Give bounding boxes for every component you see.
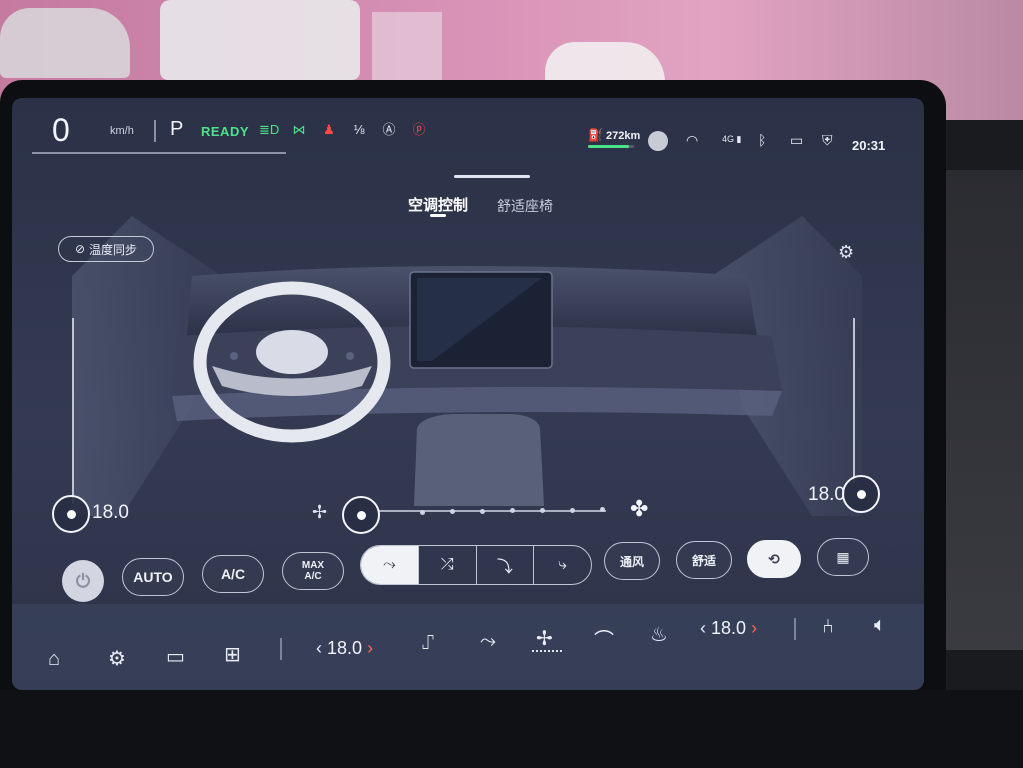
settings-gear-icon[interactable]: ⚙ bbox=[838, 242, 854, 263]
fan-icon[interactable]: ✢ bbox=[536, 626, 553, 651]
airflow-icon[interactable]: ⤳ bbox=[480, 630, 496, 653]
airflow-feet-defrost-button[interactable]: ⤷ bbox=[533, 546, 591, 584]
dashcam-icon[interactable]: ▭ bbox=[790, 132, 803, 149]
bluetooth-icon[interactable]: ᛒ bbox=[758, 132, 766, 148]
fan-low-icon: ✢ bbox=[312, 502, 328, 522]
dock-left-temp: ‹ 18.0 › bbox=[316, 638, 373, 659]
left-temp-slider-track[interactable] bbox=[72, 318, 74, 503]
dock-left-temp-value: 18.0 bbox=[327, 638, 363, 658]
left-temp-slider-knob[interactable] bbox=[52, 495, 90, 533]
position-light-icon: ⋈ bbox=[292, 122, 306, 137]
airflow-face-icon: ⤳ bbox=[382, 556, 396, 573]
temp-sync-label: 温度同步 bbox=[89, 242, 138, 257]
bottom-dock bbox=[12, 604, 924, 690]
recirculation-icon: ⟲ bbox=[768, 550, 780, 567]
airbag-icon: ⅛ bbox=[353, 122, 365, 137]
background-car bbox=[160, 0, 360, 80]
dock-right-temp-value: 18.0 bbox=[711, 618, 747, 638]
low-beam-icon: ≣D bbox=[259, 122, 280, 137]
airflow-feet-defrost-icon: ⤷ bbox=[558, 556, 568, 573]
status-divider bbox=[154, 120, 156, 142]
sync-icon: ⊘ bbox=[74, 242, 86, 256]
right-temp-decrease-icon[interactable]: ‹ bbox=[700, 618, 706, 638]
speed-unit: km/h bbox=[110, 125, 134, 137]
airflow-face-feet-icon: ⤮ bbox=[440, 556, 454, 573]
left-temp-increase-icon[interactable]: › bbox=[367, 638, 373, 658]
max-ac-label-top: MAX bbox=[301, 560, 325, 571]
speed-readout: 0 bbox=[52, 112, 70, 148]
gear-indicator: P bbox=[170, 118, 184, 140]
status-bar: 0 km/h P READY ≣D ⋈ ♟ ⅛ Ⓐ ⓟ ⛽ 272km ◠ 4G… bbox=[12, 98, 924, 158]
right-temp-slider-knob[interactable] bbox=[842, 475, 880, 513]
fan-step-dot[interactable] bbox=[480, 508, 485, 514]
dock-divider bbox=[280, 638, 282, 660]
cabin-illustration bbox=[72, 216, 862, 516]
airflow-feet-button[interactable]: ⤵ bbox=[475, 546, 534, 584]
dashboard-bottom bbox=[0, 690, 1023, 768]
drag-handle[interactable] bbox=[454, 175, 530, 178]
tab-comfort-seat[interactable]: 舒适座椅 bbox=[497, 196, 553, 216]
seat-icon[interactable]: ⑃ bbox=[822, 616, 834, 639]
max-ac-button[interactable]: MAX A/C bbox=[282, 552, 344, 590]
temp-sync-button[interactable]: ⊘ 温度同步 bbox=[58, 236, 154, 262]
right-temp-increase-icon[interactable]: › bbox=[751, 618, 757, 638]
fan-speed-knob[interactable] bbox=[342, 496, 380, 534]
auto-hold-icon: Ⓐ bbox=[382, 122, 396, 137]
left-temp-value: 18.0 bbox=[92, 502, 129, 523]
ventilate-button[interactable]: 通风 bbox=[604, 542, 660, 580]
settings-icon[interactable]: ⚙ bbox=[108, 646, 126, 671]
left-temp-decrease-icon[interactable]: ‹ bbox=[316, 638, 322, 658]
apps-grid-icon[interactable]: ⊞ bbox=[224, 642, 241, 667]
user-avatar-icon[interactable] bbox=[648, 131, 668, 151]
parking-brake-icon: ⓟ bbox=[412, 122, 426, 137]
right-temp-value: 18.0 bbox=[808, 484, 845, 505]
tab-ac-control[interactable]: 空调控制 bbox=[408, 194, 468, 215]
ac-button[interactable]: A/C bbox=[202, 555, 264, 593]
dock-divider bbox=[794, 618, 796, 640]
fan-step-dot[interactable] bbox=[570, 507, 575, 513]
front-defrost-icon[interactable]: ⌒ bbox=[594, 624, 614, 653]
airflow-feet-icon: ⤵ bbox=[496, 559, 513, 576]
recirculation-button[interactable]: ⟲ bbox=[747, 540, 801, 578]
battery-icon: ⛽ bbox=[588, 128, 603, 142]
fan-step-dot[interactable] bbox=[540, 508, 545, 513]
fan-step-dot[interactable] bbox=[420, 509, 425, 515]
clock: 20:31 bbox=[852, 138, 886, 153]
dock-right-temp: ‹ 18.0 › bbox=[700, 618, 757, 639]
range-readout: 272km bbox=[606, 130, 641, 142]
background-car bbox=[0, 8, 130, 78]
shield-icon[interactable]: ⛨ bbox=[822, 132, 833, 149]
seatbelt-warning-icon: ♟ bbox=[323, 122, 335, 137]
auto-button[interactable]: AUTO bbox=[122, 558, 184, 596]
car-icon[interactable]: ▭ bbox=[166, 644, 185, 669]
power-icon: ⏻ bbox=[75, 570, 91, 591]
power-button[interactable]: ⏻ bbox=[62, 560, 104, 602]
fan-high-icon: ✤ bbox=[630, 496, 649, 521]
comfort-button[interactable]: 舒适 bbox=[676, 541, 732, 579]
range-bar-fill bbox=[588, 145, 630, 148]
volume-icon[interactable]: 🔈︎ bbox=[874, 614, 886, 637]
airflow-mode-group: ⤳ ⤮ ⤵ ⤷ bbox=[360, 545, 592, 585]
network-signal-icon: 4G ▮ bbox=[722, 134, 742, 144]
rear-defrost-icon: ▦ bbox=[836, 548, 850, 565]
wifi-icon[interactable]: ◠ bbox=[686, 132, 698, 149]
home-icon[interactable]: ⌂ bbox=[48, 648, 60, 671]
seat-ventilation-icon[interactable]: ♨ bbox=[650, 622, 668, 647]
status-underline bbox=[32, 152, 286, 154]
ready-indicator: READY bbox=[201, 124, 250, 139]
right-temp-slider-track[interactable] bbox=[853, 318, 855, 483]
airflow-face-feet-button[interactable]: ⤮ bbox=[417, 546, 476, 584]
infotainment-screen: 0 km/h P READY ≣D ⋈ ♟ ⅛ Ⓐ ⓟ ⛽ 272km ◠ 4G… bbox=[12, 98, 924, 690]
rear-defrost-button[interactable]: ▦ bbox=[817, 538, 869, 576]
airflow-face-button[interactable]: ⤳ bbox=[361, 546, 418, 584]
max-ac-label-bottom: A/C bbox=[304, 571, 322, 582]
fan-level-indicator bbox=[532, 650, 562, 654]
seat-heat-icon[interactable]: ⑀ bbox=[422, 632, 434, 655]
